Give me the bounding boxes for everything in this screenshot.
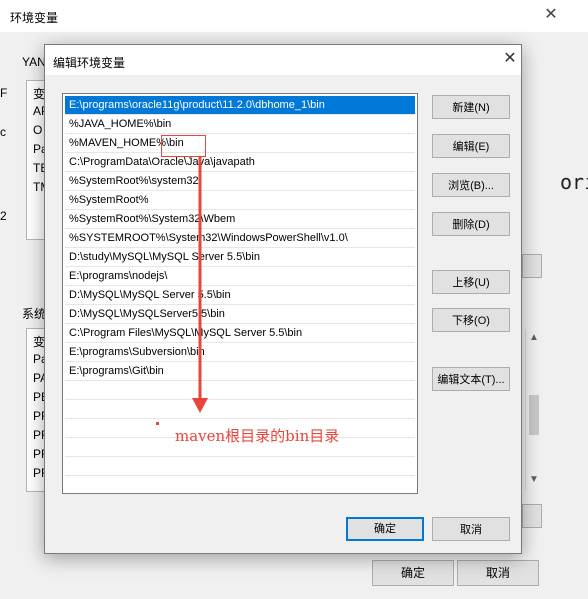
annotation-text: maven根目录的bin目录 — [175, 427, 340, 445]
annotation-arrow-icon — [192, 157, 208, 413]
annotation-dot — [156, 422, 159, 425]
